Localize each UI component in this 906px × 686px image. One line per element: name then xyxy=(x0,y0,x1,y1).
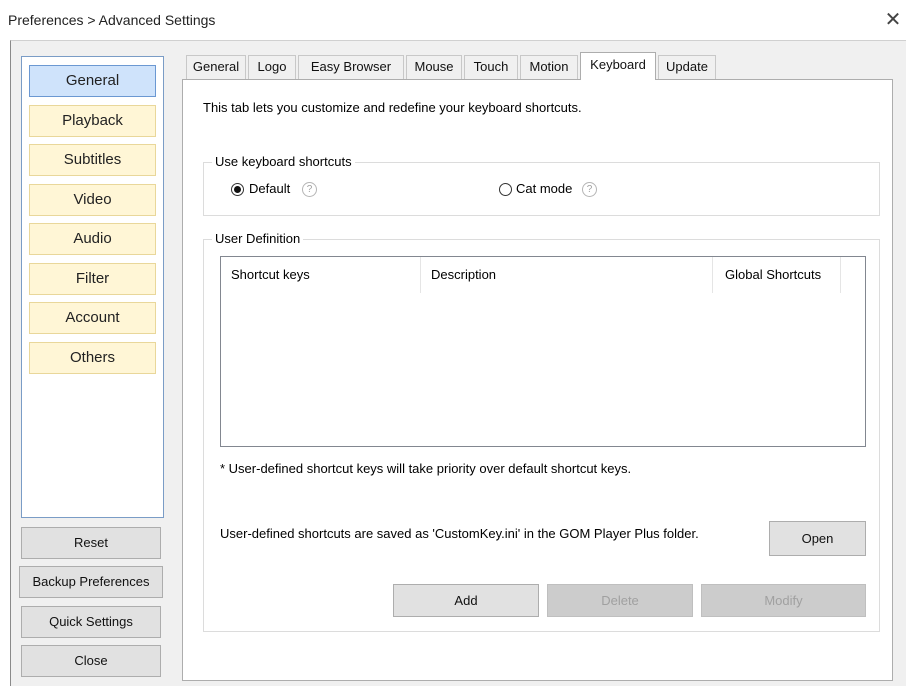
category-subtitles[interactable]: Subtitles xyxy=(29,144,156,176)
category-others[interactable]: Others xyxy=(29,342,156,374)
default-help-icon[interactable]: ? xyxy=(302,182,317,197)
intro-text: This tab lets you customize and redefine… xyxy=(203,100,582,115)
cat-mode-help-icon[interactable]: ? xyxy=(582,182,597,197)
quick-settings-button[interactable]: Quick Settings xyxy=(21,606,161,638)
tab-motion[interactable]: Motion xyxy=(520,55,578,79)
saved-info-text: User-defined shortcuts are saved as 'Cus… xyxy=(220,526,699,541)
tab-touch[interactable]: Touch xyxy=(464,55,518,79)
category-list: General Playback Subtitles Video Audio F… xyxy=(21,56,164,518)
default-radio[interactable] xyxy=(231,183,244,196)
add-button[interactable]: Add xyxy=(393,584,539,617)
tab-logo[interactable]: Logo xyxy=(248,55,296,79)
column-global-shortcuts[interactable]: Global Shortcuts xyxy=(715,257,841,293)
category-audio[interactable]: Audio xyxy=(29,223,156,255)
column-shortcut-keys[interactable]: Shortcut keys xyxy=(221,257,421,293)
default-label[interactable]: Default xyxy=(249,181,290,196)
tab-general[interactable]: General xyxy=(186,55,246,79)
priority-note: * User-defined shortcut keys will take p… xyxy=(220,461,632,476)
reset-button[interactable]: Reset xyxy=(21,527,161,559)
category-video[interactable]: Video xyxy=(29,184,156,216)
category-playback[interactable]: Playback xyxy=(29,105,156,137)
use-shortcuts-legend: Use keyboard shortcuts xyxy=(212,154,355,169)
window-title: Preferences > Advanced Settings xyxy=(8,12,216,28)
tab-mouse[interactable]: Mouse xyxy=(406,55,462,79)
tab-easy-browser[interactable]: Easy Browser xyxy=(298,55,404,79)
shortcut-list[interactable]: Shortcut keys Description Global Shortcu… xyxy=(220,256,866,447)
close-button[interactable]: Close xyxy=(21,645,161,677)
delete-button[interactable]: Delete xyxy=(547,584,693,617)
modify-button[interactable]: Modify xyxy=(701,584,866,617)
category-filter[interactable]: Filter xyxy=(29,263,156,295)
close-icon[interactable]: ✕ xyxy=(882,8,904,32)
column-description[interactable]: Description xyxy=(421,257,713,293)
open-button[interactable]: Open xyxy=(769,521,866,556)
tab-update[interactable]: Update xyxy=(658,55,716,79)
category-account[interactable]: Account xyxy=(29,302,156,334)
tab-keyboard[interactable]: Keyboard xyxy=(580,52,656,80)
cat-mode-radio[interactable] xyxy=(499,183,512,196)
backup-preferences-button[interactable]: Backup Preferences xyxy=(19,566,163,598)
cat-mode-label[interactable]: Cat mode xyxy=(516,181,572,196)
category-general[interactable]: General xyxy=(29,65,156,97)
user-definition-legend: User Definition xyxy=(212,231,304,246)
